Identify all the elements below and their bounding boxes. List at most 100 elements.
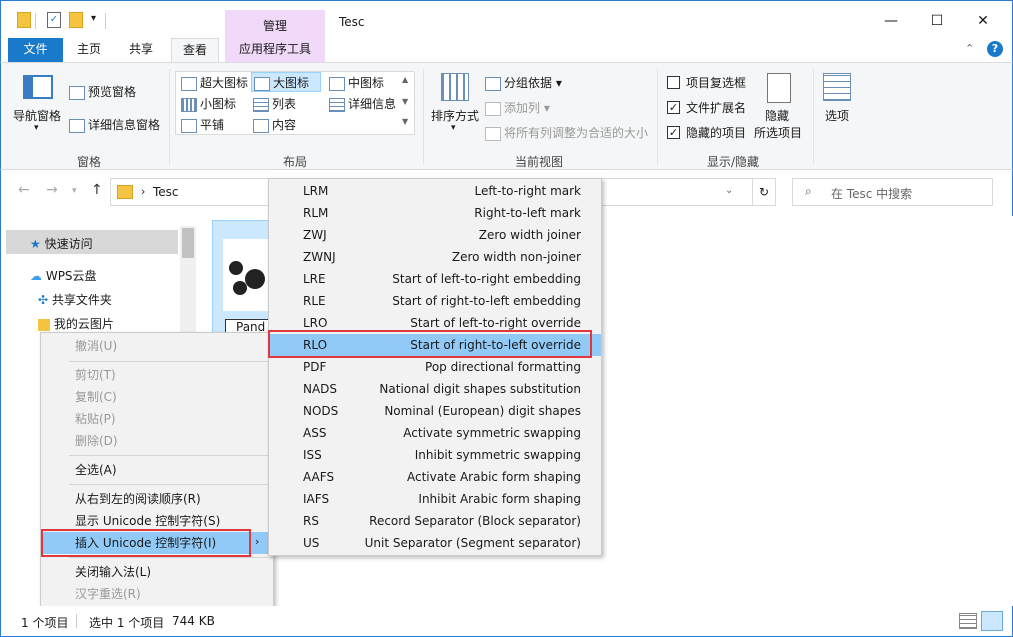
submenu-item-zwj[interactable]: ZWJ Zero width joiner [269,224,601,246]
submenu-desc: Nominal (European) digit shapes [384,404,581,418]
search-input[interactable]: ⌕ 在 Tesc 中搜索 [792,178,993,206]
close-button[interactable]: ✕ [973,11,993,31]
tab-file[interactable]: 文件 [8,38,63,62]
scroll-up-icon[interactable]: ▲ [402,75,408,84]
layout-small[interactable]: 小图标 [181,95,236,112]
submenu-item-ass[interactable]: ASS Activate symmetric swapping [269,422,601,444]
forward-icon[interactable]: → [46,182,58,198]
submenu-item-iss[interactable]: ISS Inhibit symmetric swapping [269,444,601,466]
submenu-item-rle[interactable]: RLE Start of right-to-left embedding [269,290,601,312]
layout-tiles[interactable]: 平铺 [181,116,224,133]
preview-pane-button[interactable]: 预览窗格 [69,83,136,100]
folder-icon[interactable] [17,12,31,28]
nav-pane-button[interactable]: 导航窗格 [13,107,61,124]
content-icon [253,118,269,133]
group-label-layout: 布局 [283,155,308,169]
large-icons-view-icon[interactable] [981,611,1003,631]
add-column-button[interactable]: 添加列 ▾ [485,99,550,116]
file-ext-toggle[interactable]: ✓ 文件扩展名 [667,99,746,116]
group-label-current-view: 当前视图 [515,155,564,169]
menu-item-reconvert[interactable]: 汉字重选(R) [41,583,273,605]
recent-locations-icon[interactable]: ▾ [72,186,77,196]
new-folder-icon[interactable] [69,12,83,28]
group-by-button[interactable]: 分组依据 ▾ [485,74,562,91]
details-pane-button[interactable]: 详细信息窗格 [69,116,160,133]
fit-columns-label: 将所有列调整为合适的大小 [504,126,649,140]
tab-home[interactable]: 主页 [67,38,111,62]
refresh-button[interactable]: ↻ [752,178,776,206]
menu-item-delete[interactable]: 删除(D) [41,430,273,452]
submenu-item-lre[interactable]: LRE Start of left-to-right embedding [269,268,601,290]
submenu-code: RS [303,514,319,528]
menu-item-close-ime[interactable]: 关闭输入法(L) [41,561,273,583]
checkbox-checked[interactable]: ✓ [667,101,680,114]
breadcrumb-item[interactable]: Tesc [153,185,179,199]
hide-selected-line1[interactable]: 隐藏 [765,107,789,124]
properties-icon[interactable]: ✓ [47,12,61,28]
submenu-code: NODS [303,404,339,418]
submenu-item-nods[interactable]: NODS Nominal (European) digit shapes [269,400,601,422]
sidebar-item-shared-folder[interactable]: ✣ 共享文件夹 [38,291,112,308]
cloud-icon: ☁ [30,269,42,283]
menu-item-paste[interactable]: 粘贴(P) [41,408,273,430]
menu-item-rtl-reading[interactable]: 从右到左的阅读顺序(R) [41,488,273,510]
file-item[interactable]: Pand [212,220,273,336]
hide-selected-line2[interactable]: 所选项目 [754,124,802,141]
submenu-item-rs[interactable]: RS Record Separator (Block separator) [269,510,601,532]
customize-qa-icon[interactable]: ▾ [91,13,96,24]
item-checkbox-toggle[interactable]: 项目复选框 [667,74,746,91]
layout-content[interactable]: 内容 [253,116,296,133]
minimize-button[interactable]: — [881,11,901,31]
submenu-code: LRM [303,184,329,198]
scroll-down-icon[interactable]: ▼ [402,97,408,106]
menu-item-undo[interactable]: 撤消(U) [41,335,273,357]
submenu-item-rlm[interactable]: RLM Right-to-left mark [269,202,601,224]
details-view-icon[interactable] [959,613,977,629]
details-pane-icon [69,118,85,133]
menu-item-select-all[interactable]: 全选(A) [41,459,273,481]
scrollbar-thumb[interactable] [182,228,194,258]
fit-columns-button[interactable]: 将所有列调整为合适的大小 [485,124,648,141]
sidebar-item-cloud-pics[interactable]: 我的云图片 [38,315,114,332]
menu-item-cut[interactable]: 剪切(T) [41,364,273,386]
expand-gallery-icon[interactable]: ▼ [402,117,408,126]
up-icon[interactable]: ↑ [91,182,103,198]
help-icon[interactable]: ? [987,41,1003,57]
back-icon[interactable]: ← [18,182,30,198]
checkbox-checked[interactable]: ✓ [667,126,680,139]
layout-medium[interactable]: 中图标 [329,74,384,91]
submenu-item-zwnj[interactable]: ZWNJ Zero width non-joiner [269,246,601,268]
tab-manage[interactable]: 管理 [225,10,325,39]
hidden-items-toggle[interactable]: ✓ 隐藏的项目 [667,124,746,141]
add-column-icon [485,101,501,116]
layout-large[interactable]: 大图标 [251,72,321,92]
layout-list[interactable]: 列表 [253,95,296,112]
address-dropdown-icon[interactable]: ⌄ [725,185,733,196]
layout-details[interactable]: 详细信息 [329,95,396,112]
tab-app-tools[interactable]: 应用程序工具 [225,38,325,62]
title-bar: ✓ ▾ 管理 Tesc — ☐ ✕ [0,0,1013,39]
sort-by-button[interactable]: 排序方式 [431,107,479,124]
sidebar-item-wps-cloud[interactable]: ☁ WPS云盘 [30,267,97,284]
search-icon: ⌕ [805,184,812,198]
tab-view[interactable]: 查看 [171,38,219,63]
submenu-item-lrm[interactable]: LRM Left-to-right mark [269,180,601,202]
layout-extra-large[interactable]: 超大图标 [181,74,248,91]
submenu-desc: Right-to-left mark [474,206,581,220]
submenu-item-aafs[interactable]: AAFS Activate Arabic form shaping [269,466,601,488]
submenu-item-nads[interactable]: NADS National digit shapes substitution [269,378,601,400]
checkbox[interactable] [667,76,680,89]
collapse-ribbon-icon[interactable]: ⌃ [965,42,974,55]
submenu-item-us[interactable]: US Unit Separator (Segment separator) [269,532,601,554]
sidebar-item-quick-access[interactable]: ★ 快速访问 [30,235,93,252]
maximize-button[interactable]: ☐ [927,11,947,31]
menu-item-copy[interactable]: 复制(C) [41,386,273,408]
options-button[interactable]: 选项 [825,107,849,124]
submenu-desc: Inhibit symmetric swapping [414,448,581,462]
hide-selected-icon [767,73,791,103]
star-icon: ★ [30,237,41,251]
submenu-item-pdf[interactable]: PDF Pop directional formatting [269,356,601,378]
status-bar: 1 个项目 选中 1 个项目 744 KB [0,606,1013,637]
submenu-item-iafs[interactable]: IAFS Inhibit Arabic form shaping [269,488,601,510]
tab-share[interactable]: 共享 [119,38,163,62]
